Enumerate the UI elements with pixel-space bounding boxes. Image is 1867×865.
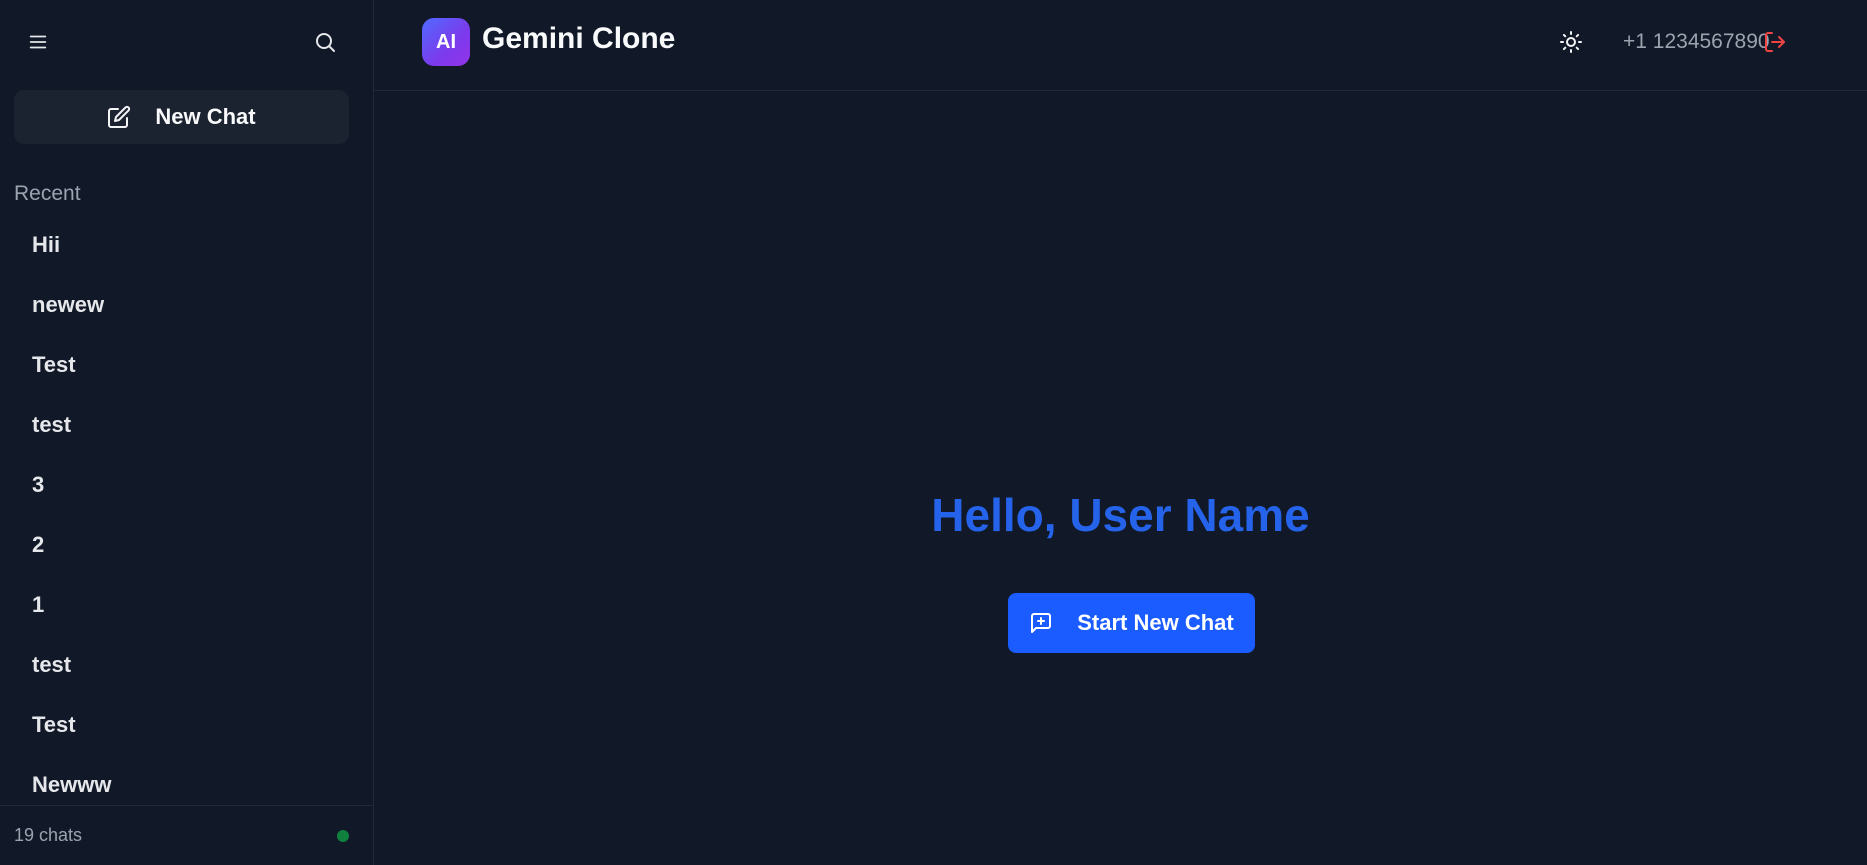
main-area: AI Gemini Clone +1 1234567890 Hello, Use… xyxy=(374,0,1867,865)
user-phone: +1 1234567890 xyxy=(1623,30,1770,53)
chat-item[interactable]: newew xyxy=(14,275,359,335)
recent-heading: Recent xyxy=(14,182,81,205)
chat-item[interactable]: 2 xyxy=(14,515,359,575)
edit-icon xyxy=(108,105,131,128)
sun-icon xyxy=(1560,31,1582,53)
app-title: Gemini Clone xyxy=(482,22,676,55)
top-header: AI Gemini Clone +1 1234567890 xyxy=(374,0,1867,91)
sidebar-top xyxy=(0,0,373,84)
new-chat-button[interactable]: New Chat xyxy=(14,90,349,144)
chat-item[interactable]: 3 xyxy=(14,455,359,515)
theme-toggle-button[interactable] xyxy=(1551,22,1591,62)
sidebar: New Chat Recent Hii newew Test test 3 2 … xyxy=(0,0,374,865)
chat-item[interactable]: test xyxy=(14,635,359,695)
search-button[interactable] xyxy=(305,22,345,62)
chat-item[interactable]: Newww xyxy=(14,755,359,805)
chat-item[interactable]: Hii xyxy=(14,215,359,275)
greeting-heading: Hello, User Name xyxy=(931,489,1310,541)
start-new-chat-label: Start New Chat xyxy=(1077,610,1234,635)
menu-icon xyxy=(29,35,47,49)
welcome-section: Hello, User Name Start New Chat xyxy=(374,91,1867,865)
chat-item[interactable]: Test xyxy=(14,695,359,755)
chat-list: Hii newew Test test 3 2 1 test Test Neww… xyxy=(14,215,359,805)
logout-icon xyxy=(1765,32,1785,52)
chat-count: 19 chats xyxy=(14,825,83,845)
new-chat-label: New Chat xyxy=(155,104,256,129)
online-status-dot xyxy=(337,829,349,842)
start-new-chat-button[interactable]: Start New Chat xyxy=(1008,593,1255,653)
sidebar-footer: 19 chats xyxy=(0,805,373,865)
chat-item[interactable]: Test xyxy=(14,335,359,395)
chat-item[interactable]: 1 xyxy=(14,575,359,635)
chat-item[interactable]: test xyxy=(14,395,359,455)
search-icon xyxy=(316,33,335,52)
app: New Chat Recent Hii newew Test test 3 2 … xyxy=(0,0,1867,865)
app-logo: AI xyxy=(422,18,470,66)
message-plus-icon xyxy=(1031,613,1052,633)
logout-button[interactable] xyxy=(1755,22,1795,62)
menu-button[interactable] xyxy=(18,22,58,62)
